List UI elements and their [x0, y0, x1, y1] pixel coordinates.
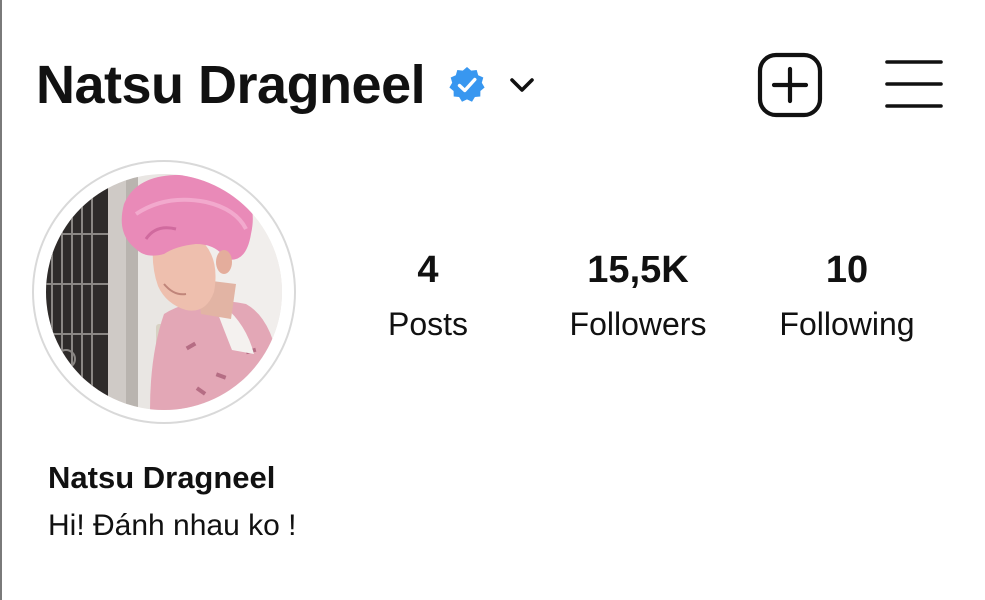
- chevron-down-icon[interactable]: [507, 70, 537, 100]
- new-post-button[interactable]: [757, 52, 823, 118]
- following-stat[interactable]: 10 Following: [762, 248, 932, 346]
- menu-button[interactable]: [884, 56, 944, 112]
- profile-header: Natsu Dragneel: [36, 50, 537, 120]
- window-edge: [0, 0, 2, 600]
- followers-count: 15,5K: [587, 249, 689, 291]
- plus-square-icon: [757, 52, 823, 118]
- profile-page: Natsu Dragneel 4 Posts 15,5K Followers 1…: [0, 0, 985, 600]
- username-title[interactable]: Natsu Dragneel: [36, 58, 426, 112]
- posts-stat[interactable]: 4 Posts: [378, 248, 478, 346]
- posts-count: 4: [417, 249, 439, 291]
- verified-badge-icon: [447, 65, 487, 105]
- followers-stat[interactable]: 15,5K Followers: [548, 248, 728, 346]
- hamburger-menu-icon: [885, 60, 943, 108]
- profile-bio: Hi! Đánh nhau ko !: [48, 509, 297, 542]
- followers-label: Followers: [569, 306, 707, 342]
- following-label: Following: [779, 306, 915, 342]
- posts-label: Posts: [387, 306, 469, 342]
- profile-photo: [46, 174, 282, 410]
- following-count: 10: [825, 249, 869, 291]
- avatar-ring[interactable]: [34, 162, 294, 422]
- profile-display-name: Natsu Dragneel: [48, 460, 276, 495]
- avatar[interactable]: [46, 174, 282, 410]
